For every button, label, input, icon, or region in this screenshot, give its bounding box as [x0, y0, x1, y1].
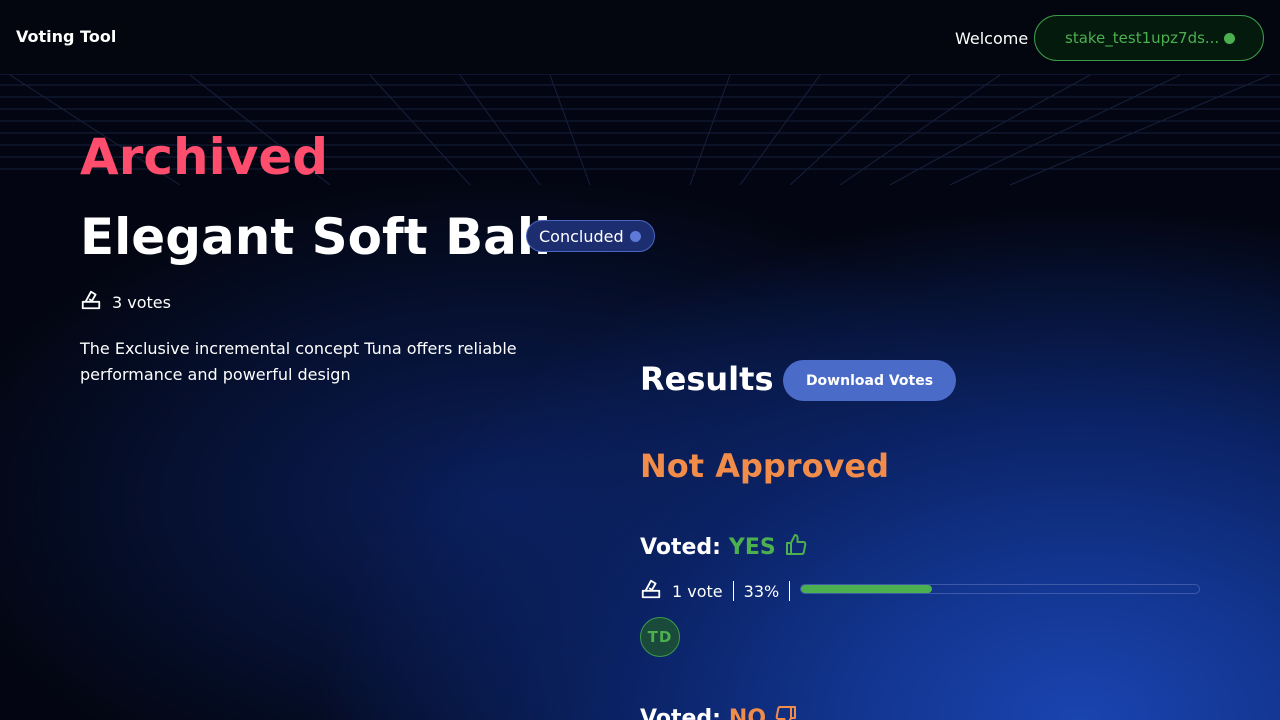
voter-avatar[interactable]: TD: [640, 617, 680, 657]
download-votes-button[interactable]: Download Votes: [783, 360, 956, 401]
status-badge-dot: [630, 231, 641, 242]
voted-no-choice: NO: [728, 705, 767, 720]
welcome-label: Welcome: [955, 29, 1029, 48]
voted-yes-choice: YES: [728, 534, 776, 560]
voted-yes-row: Voted: YES: [640, 533, 808, 561]
thumbs-down-icon: [774, 704, 798, 720]
total-votes: 3 votes: [80, 289, 171, 315]
wallet-address: stake_test1upz7ds...: [1065, 29, 1220, 47]
status-badge: Concluded: [526, 220, 655, 252]
thumbs-up-icon: [784, 533, 808, 561]
wallet-status-dot: [1224, 33, 1235, 44]
divider: [789, 581, 791, 601]
ballot-icon: [640, 578, 662, 604]
proposal-description: The Exclusive incremental concept Tuna o…: [80, 339, 517, 384]
voted-label: Voted:: [640, 705, 721, 720]
brand-title[interactable]: Voting Tool: [16, 27, 116, 46]
ballot-icon: [80, 289, 102, 315]
proposal-title: Elegant Soft Ball: [80, 208, 552, 266]
status-badge-label: Concluded: [539, 226, 624, 246]
top-header: Voting Tool Welcome stake_test1upz7ds...: [0, 0, 1280, 75]
yes-progress-fill: [801, 585, 932, 593]
wallet-button[interactable]: stake_test1upz7ds...: [1034, 15, 1264, 61]
yes-vote-count: 1 vote: [672, 581, 723, 601]
yes-progress-bar: [800, 584, 1200, 594]
voted-label: Voted:: [640, 534, 721, 560]
outcome-label: Not Approved: [640, 447, 890, 485]
status-heading: Archived: [80, 128, 329, 186]
divider: [732, 581, 734, 601]
vote-count: 3 votes: [112, 292, 171, 312]
yes-percent: 33%: [743, 581, 780, 601]
results-title: Results: [640, 360, 774, 398]
yes-stats: 1 vote 33%: [640, 578, 791, 604]
voted-no-row: Voted: NO: [640, 704, 798, 720]
